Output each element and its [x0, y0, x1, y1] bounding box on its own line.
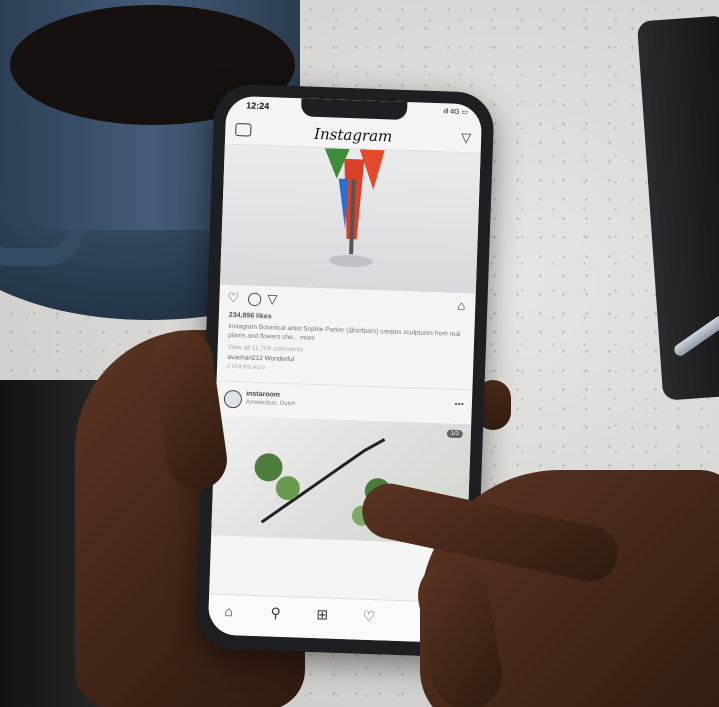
like-count[interactable]: 234,896 likes — [229, 312, 272, 320]
post-time: 2 HOURS AGO — [226, 363, 266, 372]
plant-sculpture — [324, 148, 385, 268]
photo-scene: 12:24 ıll 4G ▭ Instagram ▽ ♡ ◯ ▽ ⌂ 234,8… — [0, 0, 719, 707]
post-image[interactable] — [219, 144, 481, 294]
avatar[interactable] — [223, 389, 243, 409]
activity-heart-icon[interactable]: ♡ — [362, 608, 375, 625]
add-icon[interactable]: ⊞ — [316, 606, 328, 623]
comment: avachan212 Wonderful — [227, 353, 295, 364]
heart-icon[interactable]: ♡ — [227, 290, 239, 306]
share-icon[interactable]: ▽ — [267, 291, 278, 307]
status-time: 12:24 — [246, 100, 270, 112]
more-icon[interactable]: ••• — [454, 399, 464, 409]
home-icon[interactable]: ⌂ — [224, 603, 233, 619]
view-comments-link[interactable]: View all 11,709 comments — [228, 344, 303, 354]
comment-icon[interactable]: ◯ — [247, 291, 262, 307]
app-title: Instagram — [313, 124, 393, 146]
phone-notch — [300, 98, 408, 121]
search-icon[interactable]: ⚲ — [270, 605, 281, 622]
post2-username[interactable]: instaroom — [246, 391, 280, 399]
status-battery: ıll 4G ▭ — [443, 108, 469, 117]
image-counter-badge: 1/3 — [446, 429, 463, 439]
bookmark-icon[interactable]: ⌂ — [457, 298, 465, 313]
post2-location[interactable]: Amsterdam, Dutch — [246, 400, 296, 408]
send-icon[interactable]: ▽ — [461, 130, 472, 146]
